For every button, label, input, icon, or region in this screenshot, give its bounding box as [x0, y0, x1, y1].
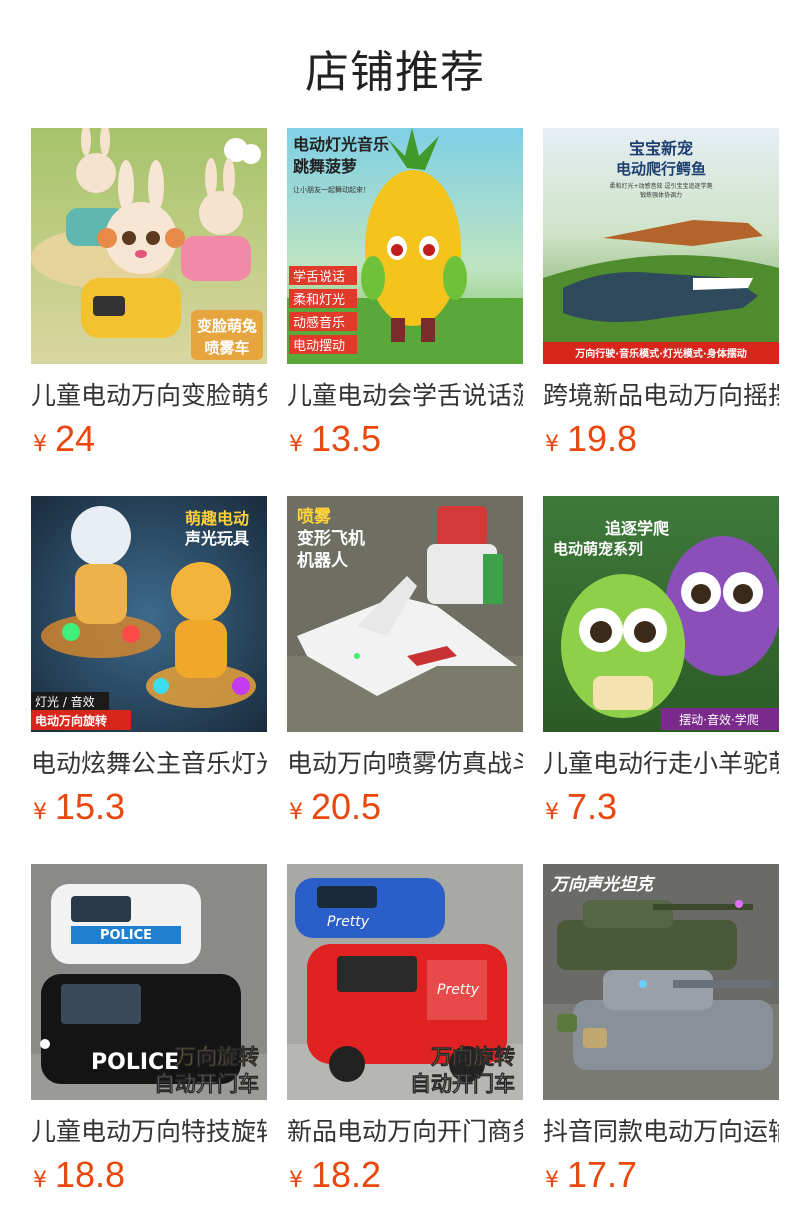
price-amount: 7.3	[567, 786, 618, 827]
image-caption: 萌趣电动	[185, 509, 249, 528]
image-caption: 喷雾车	[204, 339, 249, 357]
image-caption: 万向旋转	[174, 1045, 259, 1069]
product-card[interactable]: 喷雾 变形飞机 机器人 电动万向喷雾仿真战斗机变形机器人 ¥20.5	[287, 496, 523, 836]
page-title: 店铺推荐	[305, 47, 485, 98]
product-price: ¥18.2	[289, 1154, 382, 1195]
image-caption: 自动开门车	[410, 1072, 515, 1096]
product-name[interactable]: 儿童电动会学舌说话菠萝	[287, 376, 523, 416]
crocodile-toy-photo[interactable]: 宝宝新宠 电动爬行鳄鱼 柔和灯光+动感音效 逗引宝宝追逐学爬 锻炼强体协调力 万…	[543, 128, 779, 364]
image-caption: 变形飞机	[297, 528, 365, 549]
price-amount: 24	[55, 418, 96, 459]
image-caption: 柔和灯光	[293, 293, 345, 308]
image-caption: 让小朋友一起舞动起来！	[293, 185, 370, 194]
product-name[interactable]: 抖音同款电动万向运输坦克	[543, 1112, 779, 1152]
image-caption: 电动萌宠系列	[553, 540, 643, 558]
image-caption: 万向行驶·音乐模式·灯光模式·身体摆动	[574, 347, 746, 360]
tank-toy-photo[interactable]: 万向声光坦克	[543, 864, 779, 1100]
currency-symbol: ¥	[545, 1168, 559, 1193]
pineapple-toy-photo[interactable]: 电动灯光音乐 跳舞菠萝 让小朋友一起舞动起来！ 学舌说话 柔和灯光 动感音乐 电…	[287, 128, 523, 364]
image-caption: 柔和灯光+动感音效 逗引宝宝追逐学爬	[610, 182, 713, 190]
product-price: ¥17.7	[545, 1154, 638, 1195]
image-caption: 宝宝新宠	[629, 139, 693, 158]
image-caption: 电动摆动	[293, 339, 345, 354]
product-price: ¥20.5	[289, 786, 382, 827]
product-name[interactable]: 新品电动万向开门商务车	[287, 1112, 523, 1152]
jet-robot-toy-photo[interactable]: 喷雾 变形飞机 机器人	[287, 496, 523, 732]
product-name[interactable]: 电动炫舞公主音乐灯光玩具	[31, 744, 267, 784]
product-card[interactable]: POLICE POLICE 万向旋转 自动开门车 儿童电动万向特技旋转警车 ¥1…	[31, 864, 267, 1204]
product-card[interactable]: 追逐学爬 电动萌宠系列 摆动·音效·学爬 儿童电动行走小羊驼萌宠 ¥7.3	[543, 496, 779, 836]
image-caption: 电动灯光音乐	[293, 135, 389, 154]
cute-pet-toy-photo[interactable]: 追逐学爬 电动萌宠系列 摆动·音效·学爬	[543, 496, 779, 732]
currency-symbol: ¥	[33, 1168, 47, 1193]
product-card[interactable]: 宝宝新宠 电动爬行鳄鱼 柔和灯光+动感音效 逗引宝宝追逐学爬 锻炼强体协调力 万…	[543, 128, 779, 468]
product-price: ¥13.5	[289, 418, 382, 459]
price-amount: 18.2	[311, 1154, 382, 1195]
product-name[interactable]: 电动万向喷雾仿真战斗机变形机器人	[287, 744, 523, 784]
price-amount: 18.8	[55, 1154, 126, 1195]
currency-symbol: ¥	[289, 800, 303, 825]
product-card[interactable]: 变脸萌兔 喷雾车 儿童电动万向变脸萌兔喷雾车 ¥24	[31, 128, 267, 468]
price-amount: 17.7	[567, 1154, 638, 1195]
image-caption: 变脸萌兔	[197, 317, 257, 335]
image-caption: 万向声光坦克	[550, 875, 656, 895]
image-caption: 电动爬行鳄鱼	[616, 160, 706, 178]
dancing-astronaut-toy-photo[interactable]: 萌趣电动 声光玩具 灯光 / 音效 电动万向旋转	[31, 496, 267, 732]
product-name[interactable]: 儿童电动万向变脸萌兔喷雾车	[31, 376, 267, 416]
price-amount: 13.5	[311, 418, 382, 459]
product-name[interactable]: 儿童电动行走小羊驼萌宠	[543, 744, 779, 784]
image-caption: 动感音乐	[293, 315, 345, 331]
image-caption: 锻炼强体协调力	[640, 191, 682, 199]
image-caption: 摆动·音效·学爬	[679, 712, 759, 727]
image-caption: 机器人	[297, 550, 349, 571]
image-caption: 学舌说话	[293, 269, 345, 285]
image-caption: 自动开门车	[154, 1072, 259, 1096]
product-price: ¥15.3	[33, 786, 126, 827]
police-van-toy-photo[interactable]: POLICE POLICE 万向旋转 自动开门车	[31, 864, 267, 1100]
product-price: ¥18.8	[33, 1154, 126, 1195]
product-price: ¥19.8	[545, 418, 638, 459]
price-amount: 15.3	[55, 786, 126, 827]
product-name[interactable]: 儿童电动万向特技旋转警车	[31, 1112, 267, 1152]
image-caption: 声光玩具	[184, 529, 249, 548]
image-caption: 电动万向旋转	[35, 713, 107, 728]
product-card[interactable]: Pretty Pretty 万向旋转 自动开门车 新品电动万向开门商务车 ¥18…	[287, 864, 523, 1204]
price-amount: 20.5	[311, 786, 382, 827]
image-caption: 跳舞菠萝	[293, 157, 357, 176]
product-price: ¥7.3	[545, 786, 618, 827]
red-van-toy-photo[interactable]: Pretty Pretty 万向旋转 自动开门车	[287, 864, 523, 1100]
rabbit-car-photo[interactable]: 变脸萌兔 喷雾车	[31, 128, 267, 364]
currency-symbol: ¥	[289, 432, 303, 457]
image-caption: 追逐学爬	[605, 519, 670, 538]
image-caption: 喷雾	[297, 506, 332, 527]
product-card[interactable]: 电动灯光音乐 跳舞菠萝 让小朋友一起舞动起来！ 学舌说话 柔和灯光 动感音乐 电…	[287, 128, 523, 468]
product-name[interactable]: 跨境新品电动万向摇摆鳄鱼	[543, 376, 779, 416]
image-caption: 万向旋转	[430, 1045, 515, 1069]
product-card[interactable]: 萌趣电动 声光玩具 灯光 / 音效 电动万向旋转 电动炫舞公主音乐灯光玩具 ¥1…	[31, 496, 267, 836]
product-card[interactable]: 万向声光坦克 抖音同款电动万向运输坦克 ¥17.7	[543, 864, 779, 1204]
image-caption: POLICE	[100, 928, 152, 943]
product-price: ¥24	[33, 418, 96, 459]
currency-symbol: ¥	[33, 432, 47, 457]
currency-symbol: ¥	[33, 800, 47, 825]
currency-symbol: ¥	[545, 432, 559, 457]
currency-symbol: ¥	[545, 800, 559, 825]
image-caption: 灯光 / 音效	[35, 694, 95, 709]
image-caption: Pretty	[327, 914, 370, 930]
image-caption: Pretty	[437, 982, 480, 998]
price-amount: 19.8	[567, 418, 638, 459]
currency-symbol: ¥	[289, 1168, 303, 1193]
